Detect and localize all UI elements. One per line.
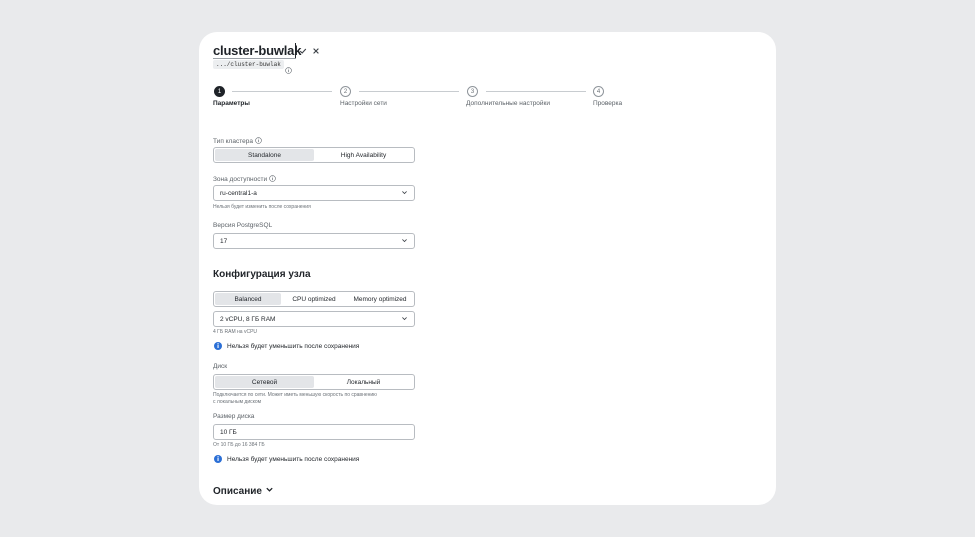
- pg-version-select[interactable]: 17: [213, 233, 415, 249]
- cluster-path: .../cluster-buwlak: [213, 60, 284, 69]
- disk-size-hint: От 10 ГБ до 16 384 ГБ: [213, 442, 265, 448]
- step-3-circle: 3: [467, 86, 478, 97]
- step-connector: [359, 91, 459, 92]
- cluster-type-label: Тип кластера: [213, 137, 262, 146]
- node-config-segmented: Balanced CPU optimized Memory optimized: [213, 291, 415, 307]
- disk-label: Диск: [213, 363, 228, 370]
- cluster-type-high-availability[interactable]: High Availability: [314, 149, 413, 161]
- node-config-cpu-optimized[interactable]: CPU optimized: [281, 293, 347, 305]
- step-3-label[interactable]: Дополнительные настройки: [466, 100, 550, 107]
- zone-label: Зона доступности: [213, 175, 276, 184]
- node-config-note: i Нельзя будет уменьшить после сохранени…: [214, 342, 359, 350]
- path-info-icon[interactable]: [285, 61, 292, 79]
- node-config-heading: Конфигурация узла: [213, 269, 311, 280]
- description-toggle[interactable]: Описание: [213, 485, 274, 497]
- node-config-memory-optimized[interactable]: Memory optimized: [347, 293, 413, 305]
- chevron-down-icon: [401, 315, 408, 324]
- step-connector: [232, 91, 332, 92]
- step-1-circle: 1: [214, 86, 225, 97]
- info-filled-icon: i: [214, 455, 222, 463]
- info-icon[interactable]: [255, 137, 262, 146]
- node-config-balanced[interactable]: Balanced: [215, 293, 281, 305]
- disk-type-segmented: Сетевой Локальный: [213, 374, 415, 390]
- check-icon: [299, 48, 307, 54]
- chevron-down-icon: [401, 189, 408, 198]
- disk-size-input[interactable]: 10 ГБ: [213, 424, 415, 440]
- info-filled-icon: i: [214, 342, 222, 350]
- step-2-circle: 2: [340, 86, 351, 97]
- cluster-name-input[interactable]: cluster-buwlak: [213, 43, 301, 58]
- create-cluster-card: cluster-buwlak .../cluster-buwlak 1 2 3 …: [199, 32, 776, 505]
- chevron-down-icon: [401, 237, 408, 246]
- title-underline: [213, 58, 296, 59]
- step-1-label[interactable]: Параметры: [213, 100, 250, 107]
- disk-note: i Нельзя будет уменьшить после сохранени…: [214, 455, 359, 463]
- disk-type-network[interactable]: Сетевой: [215, 376, 314, 388]
- step-4-label[interactable]: Проверка: [593, 100, 622, 107]
- zone-hint: Нельзя будет изменить после сохранения: [213, 204, 311, 210]
- cluster-type-segmented: Standalone High Availability: [213, 147, 415, 163]
- step-2-label[interactable]: Настройки сети: [340, 100, 387, 107]
- cancel-name-button[interactable]: [310, 45, 322, 57]
- confirm-name-button[interactable]: [297, 45, 309, 57]
- cluster-type-standalone[interactable]: Standalone: [215, 149, 314, 161]
- pg-version-label: Версия PostgreSQL: [213, 222, 273, 229]
- node-preset-select[interactable]: 2 vCPU, 8 ГБ RAM: [213, 311, 415, 327]
- node-preset-hint: 4 ГБ RAM на vCPU: [213, 329, 258, 335]
- disk-hint: Подключается по сети. Может иметь меньшу…: [213, 392, 377, 405]
- disk-type-local[interactable]: Локальный: [314, 376, 413, 388]
- close-icon: [313, 48, 319, 54]
- chevron-down-icon: [265, 485, 274, 497]
- step-connector: [486, 91, 586, 92]
- step-4-circle: 4: [593, 86, 604, 97]
- text-cursor: [295, 43, 296, 58]
- zone-select[interactable]: ru-central1-a: [213, 185, 415, 201]
- info-icon[interactable]: [269, 175, 276, 184]
- disk-size-label: Размер диска: [213, 413, 255, 420]
